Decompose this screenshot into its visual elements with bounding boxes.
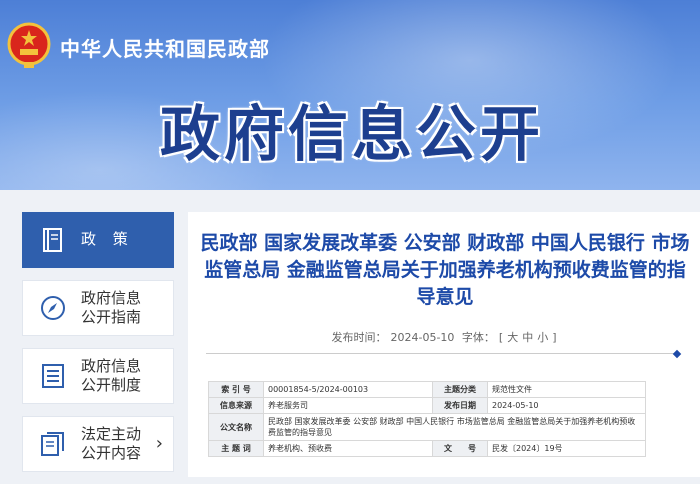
label-line: 公开制度 [81, 376, 142, 394]
header-banner: 中华人民共和国民政部 政府信息公开 [0, 0, 700, 190]
index-label: 索 引 号 [208, 381, 264, 398]
section-title: 政府信息公开 [160, 100, 544, 170]
sidebar-item-system[interactable]: 政府信息 公开制度 [22, 348, 174, 404]
sidebar-item-label: 政 策 [81, 230, 134, 248]
keywords-label: 主 题 词 [208, 440, 264, 457]
source-label: 信息来源 [208, 397, 264, 414]
sidebar-nav: 政 策 政府信息 公开指南 政府信息 公开制度 法定主动 公开内容 › [22, 212, 174, 484]
label-line: 政府信息 [81, 289, 142, 307]
label-line: 法定主动 [81, 425, 142, 443]
sidebar-item-label: 法定主动 公开内容 [81, 425, 141, 463]
sidebar-item-policy[interactable]: 政 策 [22, 212, 174, 268]
document-info-table: 索 引 号 00001854-5/2024-00103 主题分类 规范性文件 信… [208, 381, 646, 457]
article-meta: 发布时间： 2024-05-10 字体：[大中小] [188, 329, 700, 345]
sidebar-item-statutory[interactable]: 法定主动 公开内容 › [22, 416, 174, 472]
compass-icon [41, 296, 65, 320]
index-value: 00001854-5/2024-00103 [263, 381, 433, 398]
label-line: 公开指南 [81, 308, 142, 326]
label-line: 公开内容 [81, 444, 142, 462]
date-label: 发布日期 [432, 397, 488, 414]
font-medium-button[interactable]: 中 [522, 331, 533, 344]
publish-date: 2024-05-10 [390, 331, 455, 344]
font-size-label: 字体： [461, 331, 495, 344]
font-large-button[interactable]: 大 [507, 331, 518, 344]
category-label: 主题分类 [432, 381, 488, 398]
bracket: [ [498, 331, 504, 344]
font-small-button[interactable]: 小 [537, 331, 548, 344]
national-emblem-icon [7, 22, 51, 68]
table-row: 公文名称 民政部 国家发展改革委 公安部 财政部 中国人民银行 市场监管总局 金… [208, 413, 646, 441]
sidebar-item-guide[interactable]: 政府信息 公开指南 [22, 280, 174, 336]
doc-no-label: 文 号 [432, 440, 488, 457]
book-icon [43, 228, 62, 252]
doc-no-value: 民发〔2024〕19号 [487, 440, 646, 457]
chevron-right-icon: › [155, 433, 163, 454]
ministry-name[interactable]: 中华人民共和国民政部 [60, 33, 270, 62]
sidebar-item-label: 政府信息 公开指南 [81, 289, 141, 327]
keywords-value: 养老机构、预收费 [263, 440, 433, 457]
article-title: 民政部 国家发展改革委 公安部 财政部 中国人民银行 市场监管总局 金融监管总局… [200, 232, 690, 308]
table-row: 主 题 词 养老机构、预收费 文 号 民发〔2024〕19号 [208, 440, 646, 457]
article-panel: 民政部 国家发展改革委 公安部 财政部 中国人民银行 市场监管总局 金融监管总局… [188, 212, 700, 477]
documents-icon [41, 432, 64, 456]
table-row: 索 引 号 00001854-5/2024-00103 主题分类 规范性文件 [208, 381, 646, 398]
sidebar-item-label: 政府信息 公开制度 [81, 357, 141, 395]
label-line: 政府信息 [81, 357, 142, 375]
list-icon [42, 364, 64, 388]
bracket: ] [552, 331, 557, 344]
table-row: 信息来源 养老服务司 发布日期 2024-05-10 [208, 397, 646, 414]
doc-name-value: 民政部 国家发展改革委 公安部 财政部 中国人民银行 市场监管总局 金融监管总局… [263, 413, 646, 441]
date-value: 2024-05-10 [487, 397, 646, 414]
doc-name-label: 公文名称 [208, 413, 264, 441]
publish-label: 发布时间： [331, 331, 387, 344]
category-value: 规范性文件 [487, 381, 646, 398]
divider [206, 353, 678, 354]
source-value: 养老服务司 [263, 397, 433, 414]
